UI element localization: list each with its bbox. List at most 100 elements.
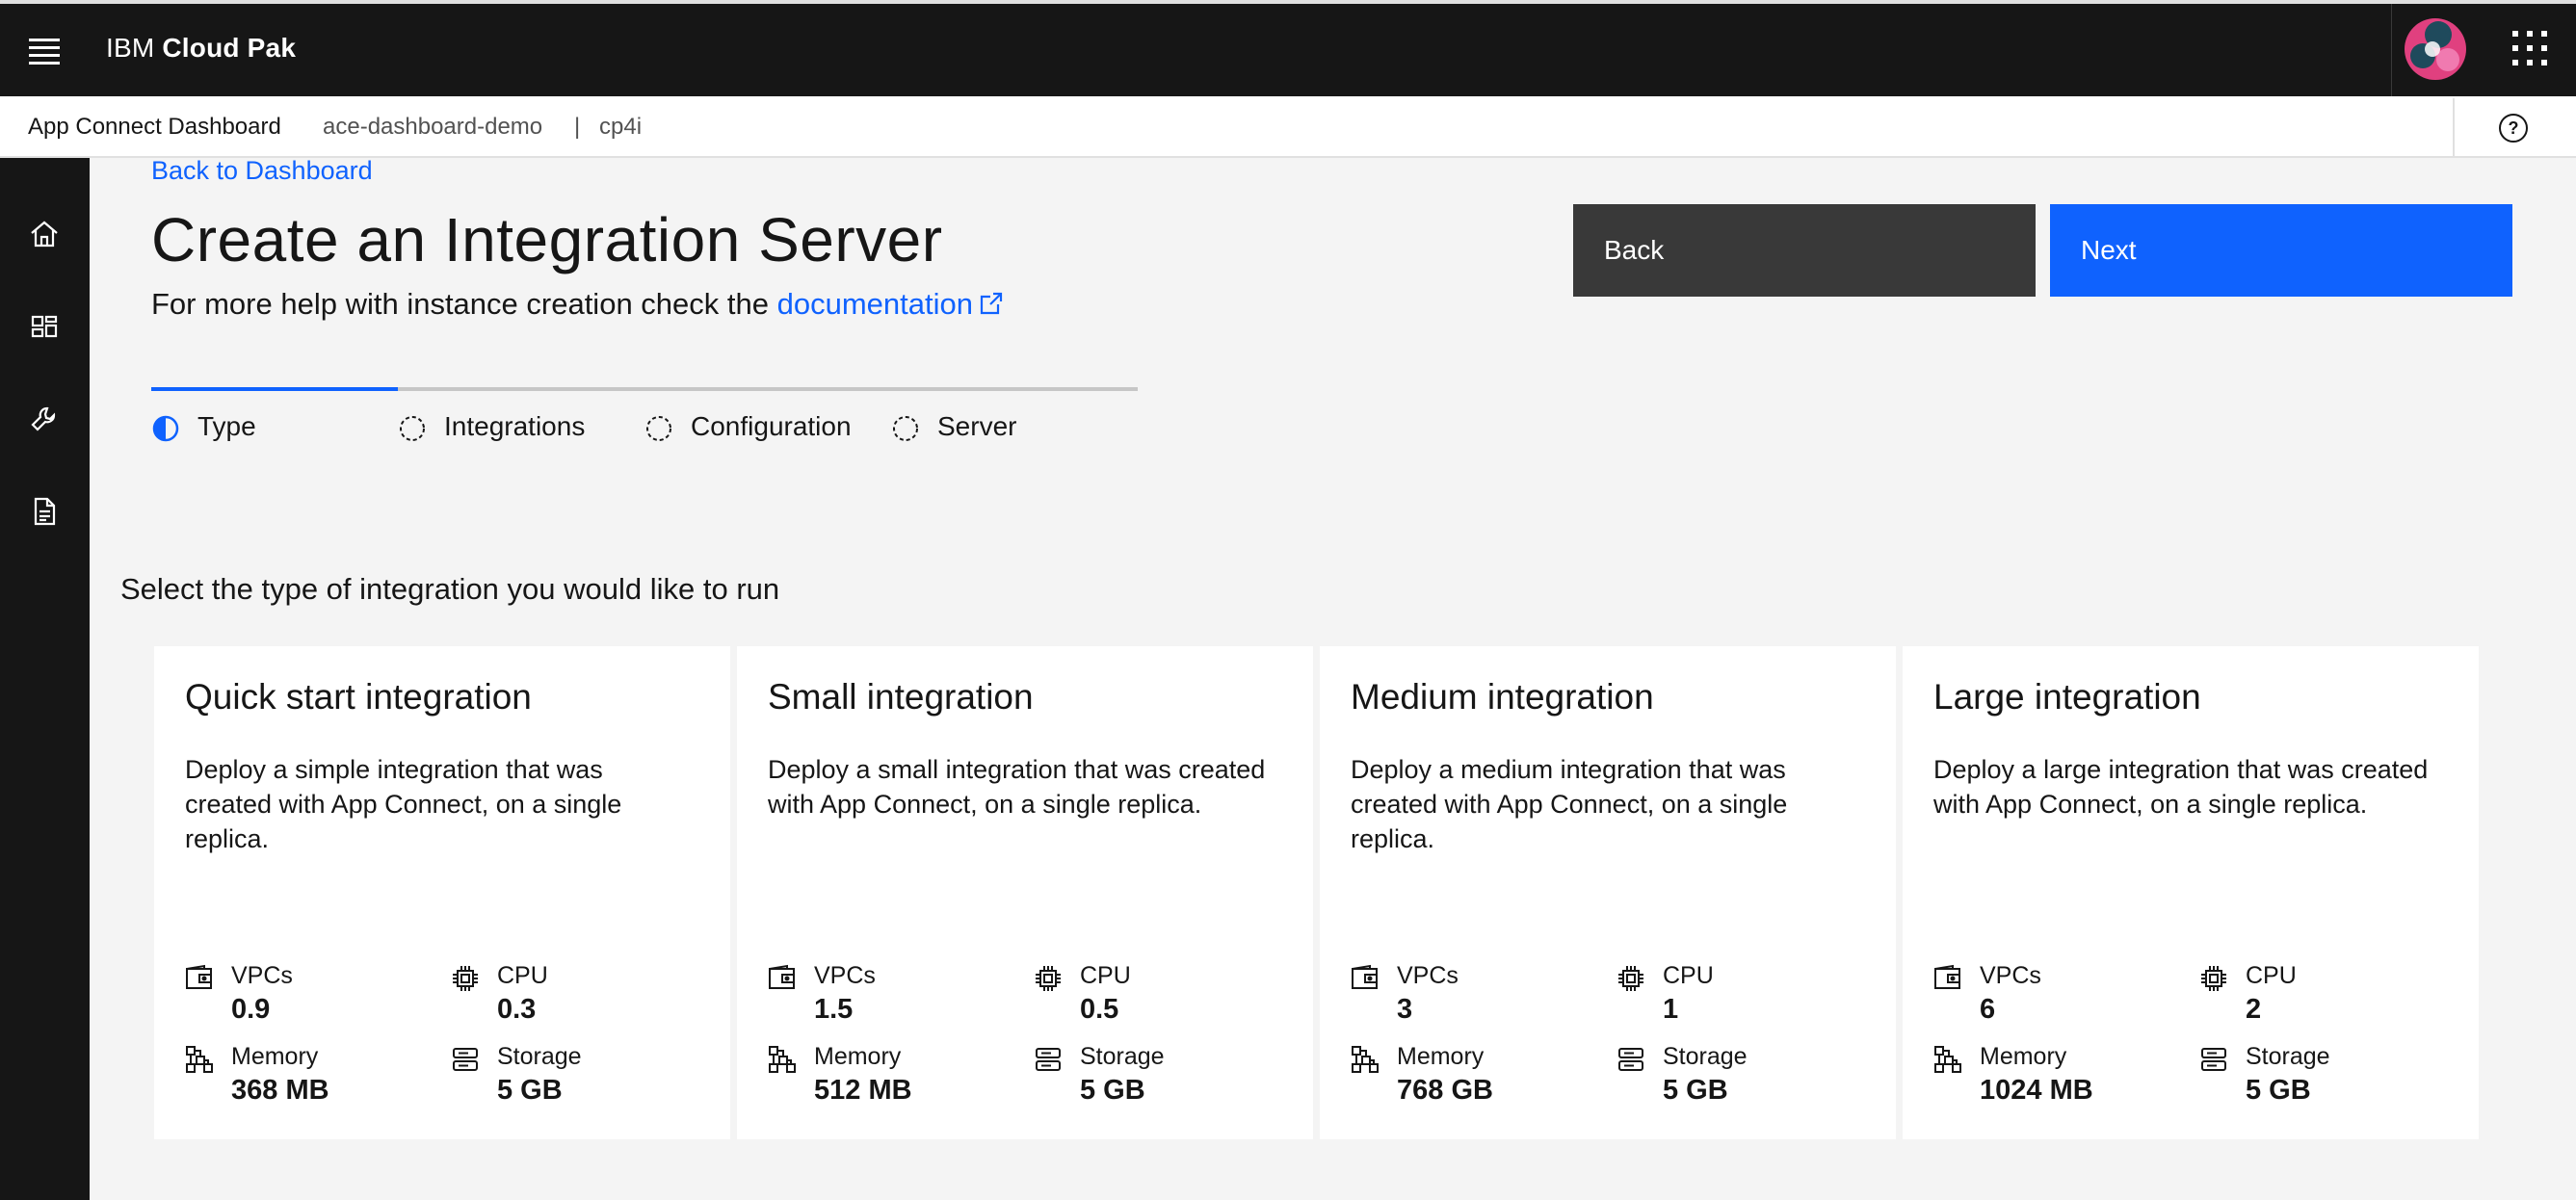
metric-value: 2 [2246, 994, 2262, 1025]
step-current-icon [152, 415, 179, 442]
instance-name: ace-dashboard-demo [323, 114, 543, 140]
metric-label: CPU [497, 962, 548, 989]
app-name-link[interactable]: App Connect Dashboard [28, 114, 281, 141]
integration-card-3[interactable]: Medium integration Deploy a medium integ… [1320, 646, 1896, 1139]
metric-value: 512 MB [814, 1075, 912, 1106]
document-icon[interactable] [28, 495, 61, 528]
brand-prefix: IBM [106, 33, 155, 63]
next-button[interactable]: Next [2050, 204, 2512, 297]
metric-label: Storage [1663, 1043, 1748, 1070]
memory-icon [186, 1046, 213, 1073]
documentation-link[interactable]: documentation [777, 287, 1004, 321]
metric-label: Memory [1397, 1043, 1485, 1070]
storage-icon [1618, 1048, 1643, 1071]
product-name[interactable]: IBM Cloud Pak [106, 33, 296, 64]
integration-card-4[interactable]: Large integration Deploy a large integra… [1903, 646, 2479, 1139]
storage-icon [1036, 1048, 1061, 1071]
metric-value: 5 GB [1663, 1075, 1728, 1106]
namespace-name: cp4i [599, 114, 643, 140]
menu-icon[interactable] [23, 29, 66, 71]
progress-indicator: Type Integrations Configuration Server [151, 387, 1138, 445]
memory-icon [769, 1046, 796, 1073]
metric-value: 768 GB [1397, 1075, 1493, 1106]
metric-label: VPCs [231, 962, 293, 989]
dashboard-icon[interactable] [28, 310, 61, 343]
wallet-icon [1934, 964, 1960, 989]
metric-cpu: CPU 2 [2199, 962, 2450, 1033]
step-label: Type [197, 411, 256, 441]
metric-cpu: CPU 0.3 [451, 962, 701, 1033]
metric-memory: Memory 512 MB [768, 1043, 1018, 1114]
metric-value: 1.5 [814, 994, 854, 1025]
card-description: Deploy a simple integration that was cre… [185, 755, 622, 853]
metric-vpcs: VPCs 3 [1351, 962, 1601, 1033]
card-title: Large integration [1933, 677, 2201, 717]
step-incomplete-icon [893, 416, 918, 441]
chip-icon [1036, 966, 1061, 991]
breadcrumb-separator: | [574, 114, 581, 140]
memory-icon [1934, 1046, 1961, 1073]
metric-value: 5 GB [1080, 1075, 1145, 1106]
metric-vpcs: VPCs 1.5 [768, 962, 1018, 1033]
side-nav [0, 158, 90, 1200]
step-label: Server [937, 411, 1017, 441]
chip-icon [2201, 966, 2226, 991]
wallet-icon [1352, 964, 1378, 989]
metric-value: 368 MB [231, 1075, 329, 1106]
wallet-icon [769, 964, 795, 989]
metric-label: Memory [1980, 1043, 2067, 1070]
top-header: IBM Cloud Pak [0, 0, 2576, 96]
metric-storage: Storage 5 GB [1034, 1043, 1284, 1114]
metric-value: 1024 MB [1980, 1075, 2093, 1106]
metric-value: 0.9 [231, 994, 271, 1025]
metric-value: 1 [1663, 994, 1679, 1025]
card-title: Medium integration [1351, 677, 1654, 717]
page-title: Create an Integration Server [151, 205, 943, 274]
metric-value: 0.3 [497, 994, 537, 1025]
metric-cpu: CPU 1 [1617, 962, 1867, 1033]
metric-vpcs: VPCs 6 [1933, 962, 2184, 1033]
metric-label: CPU [2246, 962, 2297, 989]
storage-icon [453, 1048, 478, 1071]
step-incomplete-icon [400, 416, 425, 441]
metric-value: 3 [1397, 994, 1413, 1025]
app-switcher-icon[interactable] [2512, 31, 2547, 65]
metric-label: Storage [2246, 1043, 2330, 1070]
chip-icon [453, 966, 478, 991]
browser-edge [0, 0, 2576, 4]
home-icon[interactable] [28, 218, 61, 250]
metric-memory: Memory 768 GB [1351, 1043, 1601, 1114]
integration-card-1[interactable]: Quick start integration Deploy a simple … [154, 646, 730, 1139]
metric-label: Memory [814, 1043, 902, 1070]
metric-value: 5 GB [2246, 1075, 2311, 1106]
metric-label: Storage [497, 1043, 582, 1070]
step-label: Configuration [691, 411, 852, 441]
metric-label: Storage [1080, 1043, 1165, 1070]
wallet-icon [186, 964, 212, 989]
metric-label: CPU [1663, 962, 1714, 989]
storage-icon [2201, 1048, 2226, 1071]
card-title: Small integration [768, 677, 1034, 717]
metric-value: 5 GB [497, 1075, 563, 1106]
metric-label: CPU [1080, 962, 1131, 989]
metric-storage: Storage 5 GB [2199, 1043, 2450, 1114]
chip-icon [1618, 966, 1643, 991]
avatar-icon[interactable] [2404, 17, 2467, 81]
metric-label: VPCs [814, 962, 876, 989]
brand-name: Cloud Pak [162, 33, 297, 63]
memory-icon [1352, 1046, 1379, 1073]
tools-icon[interactable] [28, 403, 61, 435]
metric-memory: Memory 368 MB [185, 1043, 435, 1114]
help-text: For more help with instance creation che… [151, 287, 1004, 322]
header-divider [2391, 4, 2392, 96]
metric-label: Memory [231, 1043, 319, 1070]
back-button[interactable]: Back [1573, 204, 2036, 297]
back-to-dashboard-link[interactable]: Back to Dashboard [151, 156, 373, 186]
metric-cpu: CPU 0.5 [1034, 962, 1284, 1033]
metric-value: 0.5 [1080, 994, 1119, 1025]
card-description: Deploy a small integration that was crea… [768, 755, 1266, 819]
integration-card-2[interactable]: Small integration Deploy a small integra… [737, 646, 1313, 1139]
help-icon[interactable]: ? [2499, 114, 2528, 143]
metric-storage: Storage 5 GB [451, 1043, 701, 1114]
card-description: Deploy a medium integration that was cre… [1351, 755, 1788, 853]
